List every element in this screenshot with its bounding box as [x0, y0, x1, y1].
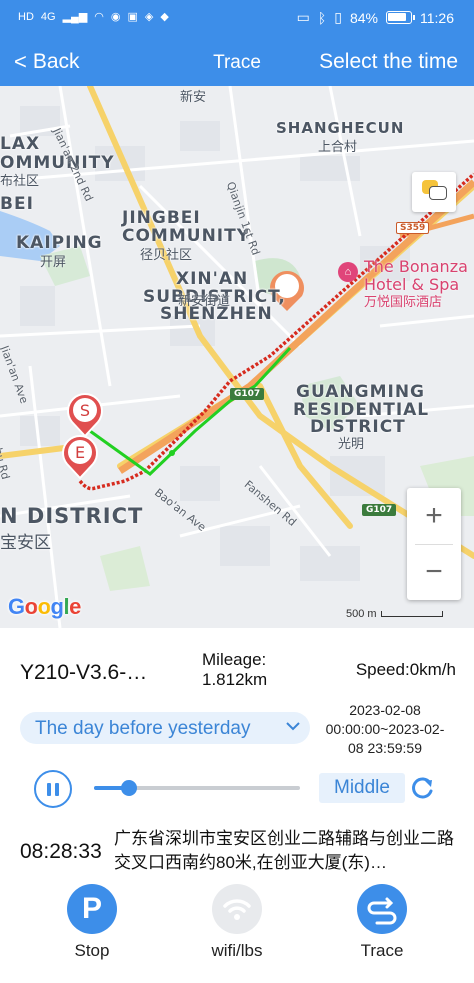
clock: 11:26	[420, 9, 454, 26]
bottom-tab-bar: P Stop wifi/lbs Trace	[0, 880, 474, 983]
battery-percent: 84%	[349, 9, 378, 26]
info-panel: Y210-V3.6-… Mileage: 1.812km Speed:0km/h…	[0, 628, 474, 983]
route-moving-segment	[89, 346, 292, 476]
pause-button[interactable]	[34, 770, 72, 808]
start-marker[interactable]: S	[67, 393, 103, 438]
battery-icon	[386, 11, 415, 24]
road-shield: G107	[362, 504, 397, 516]
bluetooth-icon: ᛒ	[317, 9, 327, 26]
message-icon: ▣	[127, 11, 138, 23]
map-label: XIN'AN	[176, 269, 249, 289]
map-label: 新安街道	[178, 294, 231, 309]
road-shield: G107	[230, 388, 265, 400]
map-view[interactable]: S E 新安 SHANGHECUN 上合村 LAX OMMUNITY 布社区 B…	[0, 86, 474, 628]
speed-readout: Speed:0km/h	[355, 660, 456, 679]
app-icon: ◆	[160, 11, 169, 23]
map-scale: 500 m	[346, 608, 443, 620]
map-label: 开屏	[40, 255, 67, 270]
parking-icon: P	[67, 884, 117, 934]
date-range: 2023-02-08 00:00:00~2023-02-08 23:59:59	[325, 702, 445, 756]
track-point-address: 广东省深圳市宝安区创业二路辅路与创业二路交叉口西南约80米,在创亚大厦(东)…	[114, 829, 454, 872]
poi-name[interactable]: The Bonanza	[364, 258, 468, 276]
mileage-value: 1.812km	[202, 670, 268, 689]
mileage: Mileage: 1.812km	[202, 650, 267, 690]
zoom-in-button[interactable]: +	[407, 488, 461, 544]
hotel-icon[interactable]: ⌂	[338, 262, 358, 282]
eye-icon: ◉	[110, 11, 121, 23]
track-point-time: 08:28:33	[20, 840, 102, 863]
nfc-icon: ▭	[296, 9, 310, 25]
tab-wifi-lbs[interactable]: wifi/lbs	[182, 884, 292, 980]
scale-bar	[380, 611, 443, 617]
google-logo: Google	[8, 594, 81, 619]
poi-name-cn: 万悦国际酒店	[364, 295, 443, 310]
map-layers-button[interactable]	[412, 172, 456, 212]
tab-label: wifi/lbs	[211, 941, 263, 960]
map-label: 宝安区	[0, 533, 51, 553]
vibrate-icon: ▯	[334, 9, 342, 25]
svg-text:E: E	[75, 443, 85, 462]
map-label: JINGBEI	[122, 208, 201, 228]
app-header: HD 4G ▂▄▆ ◠ ◉ ▣ ◈ ◆ ▭ ᛒ ▯ 84% 11:26 < Ba…	[0, 0, 474, 86]
signal-icon: ▂▄▆	[62, 11, 88, 23]
map-label: BEI	[0, 194, 34, 214]
playback-slider[interactable]	[94, 780, 300, 796]
map-label: KAIPING	[16, 233, 103, 253]
mileage-label: Mileage:	[202, 650, 267, 669]
day-dropdown-value: The day before yesterday	[35, 718, 251, 739]
map-label: N DISTRICT	[0, 504, 144, 528]
map-label: 上合村	[318, 140, 358, 155]
nav-bar: < Back Trace Select the time	[0, 40, 474, 84]
map-label: GUANGMING	[296, 382, 425, 402]
map-label: 径贝社区	[140, 248, 193, 263]
chevron-down-icon	[286, 722, 300, 731]
trace-icon	[357, 884, 407, 934]
status-icons-left: HD 4G ▂▄▆ ◠ ◉ ▣ ◈ ◆	[18, 10, 169, 24]
map-label: COMMUNITY	[122, 226, 251, 246]
map-label: 布社区	[0, 174, 40, 189]
network-icon: 4G	[40, 11, 56, 23]
playback-slider-thumb[interactable]	[121, 780, 138, 796]
tab-label: Stop	[74, 941, 110, 960]
map-label: 光明	[338, 437, 365, 452]
zoom-controls: + −	[407, 488, 461, 600]
wifi-status-icon: ◠	[94, 11, 104, 23]
playback-speed-button[interactable]: Middle	[319, 773, 405, 803]
map-label: 新安	[180, 90, 207, 105]
map-label: SHANGHECUN	[276, 119, 405, 137]
scale-text: 500 m	[346, 608, 377, 620]
day-dropdown[interactable]: The day before yesterday	[20, 712, 310, 744]
select-time-button[interactable]: Select the time	[319, 50, 458, 74]
tab-trace[interactable]: Trace	[327, 884, 437, 980]
wifi-icon	[212, 884, 262, 934]
status-icons-right: ▭ ᛒ ▯ 84% 11:26	[297, 9, 454, 26]
status-bar: HD 4G ▂▄▆ ◠ ◉ ▣ ◈ ◆ ▭ ᛒ ▯ 84% 11:26	[0, 0, 474, 36]
tab-stop[interactable]: P Stop	[37, 884, 147, 980]
map-label: LAX	[0, 134, 41, 154]
poi-name[interactable]: Hotel & Spa	[364, 276, 459, 294]
device-name: Y210-V3.6-…	[20, 661, 148, 684]
road-shield: S359	[396, 222, 430, 234]
refresh-icon[interactable]	[410, 775, 436, 801]
zoom-out-button[interactable]: −	[407, 544, 461, 600]
svg-text:S: S	[80, 401, 90, 420]
tab-label: Trace	[360, 941, 404, 960]
app-icon: ◈	[144, 11, 154, 23]
end-marker[interactable]: E	[62, 435, 98, 480]
hd-icon: HD	[18, 11, 34, 23]
pause-icon	[47, 783, 51, 796]
